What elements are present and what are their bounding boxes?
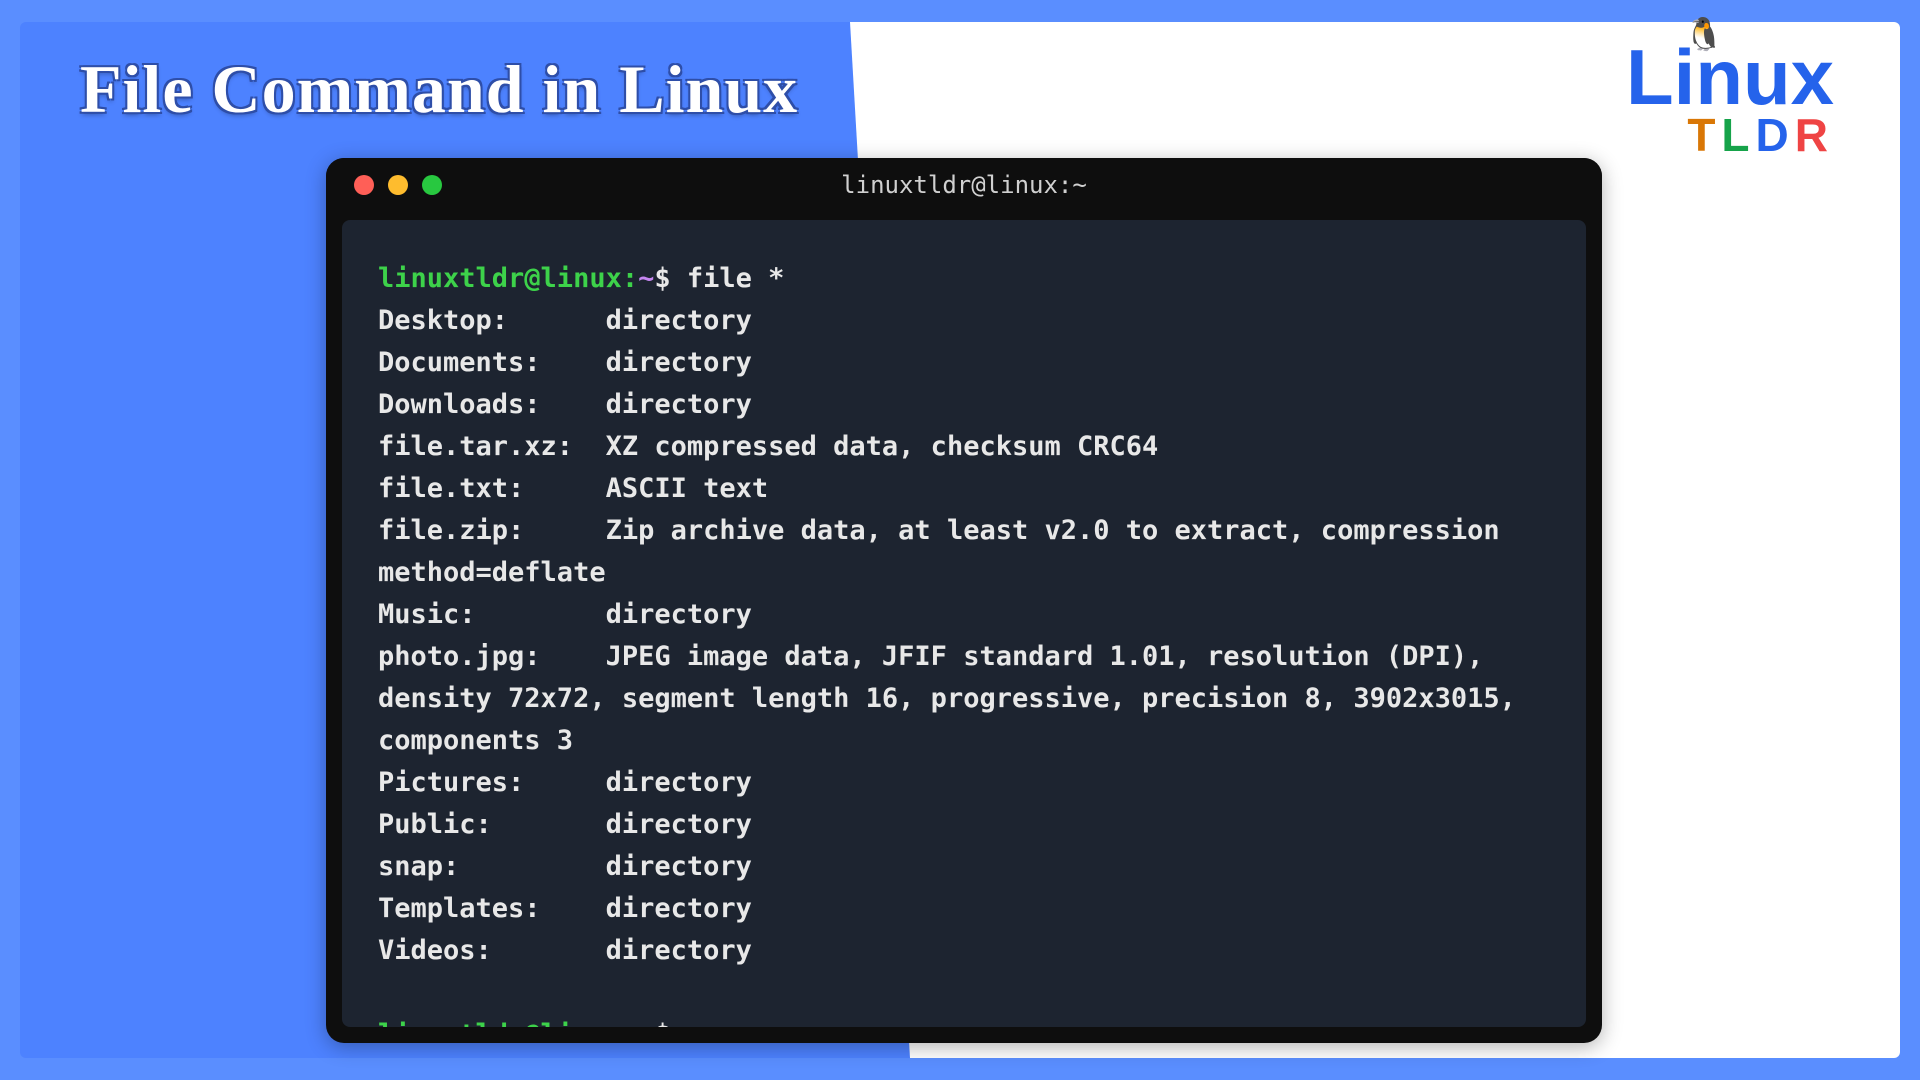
prompt-line-2: linuxtldr@linux:~$ xyxy=(378,1014,1550,1027)
logo-linux-text: 🐧 Linux xyxy=(1626,42,1834,112)
output-line: file.zip: Zip archive data, at least v2.… xyxy=(378,510,1550,594)
page-title: File Command in Linux xyxy=(80,50,798,129)
output-line: Documents: directory xyxy=(378,342,1550,384)
output-line: file.txt: ASCII text xyxy=(378,468,1550,510)
maximize-icon[interactable] xyxy=(422,175,442,195)
output-line: Videos: directory xyxy=(378,930,1550,972)
output-line: Templates: directory xyxy=(378,888,1550,930)
output-line: Pictures: directory xyxy=(378,762,1550,804)
terminal-output: Desktop: directoryDocuments: directoryDo… xyxy=(378,300,1550,972)
output-line: snap: directory xyxy=(378,846,1550,888)
terminal-title: linuxtldr@linux:~ xyxy=(326,171,1602,199)
output-line: file.tar.xz: XZ compressed data, checksu… xyxy=(378,426,1550,468)
command-text: file * xyxy=(687,263,785,294)
minimize-icon[interactable] xyxy=(388,175,408,195)
output-line: photo.jpg: JPEG image data, JFIF standar… xyxy=(378,636,1550,762)
output-line: Downloads: directory xyxy=(378,384,1550,426)
output-line: Desktop: directory xyxy=(378,300,1550,342)
terminal-body[interactable]: linuxtldr@linux:~$ file * Desktop: direc… xyxy=(342,220,1586,1027)
output-line: Music: directory xyxy=(378,594,1550,636)
close-icon[interactable] xyxy=(354,175,374,195)
output-line: Public: directory xyxy=(378,804,1550,846)
terminal-titlebar: linuxtldr@linux:~ xyxy=(326,158,1602,212)
logo: 🐧 Linux TLDR xyxy=(1626,42,1834,162)
terminal-window[interactable]: linuxtldr@linux:~ linuxtldr@linux:~$ fil… xyxy=(326,158,1602,1043)
penguin-icon: 🐧 xyxy=(1684,20,1724,49)
prompt-line-1: linuxtldr@linux:~$ file * xyxy=(378,258,1550,300)
